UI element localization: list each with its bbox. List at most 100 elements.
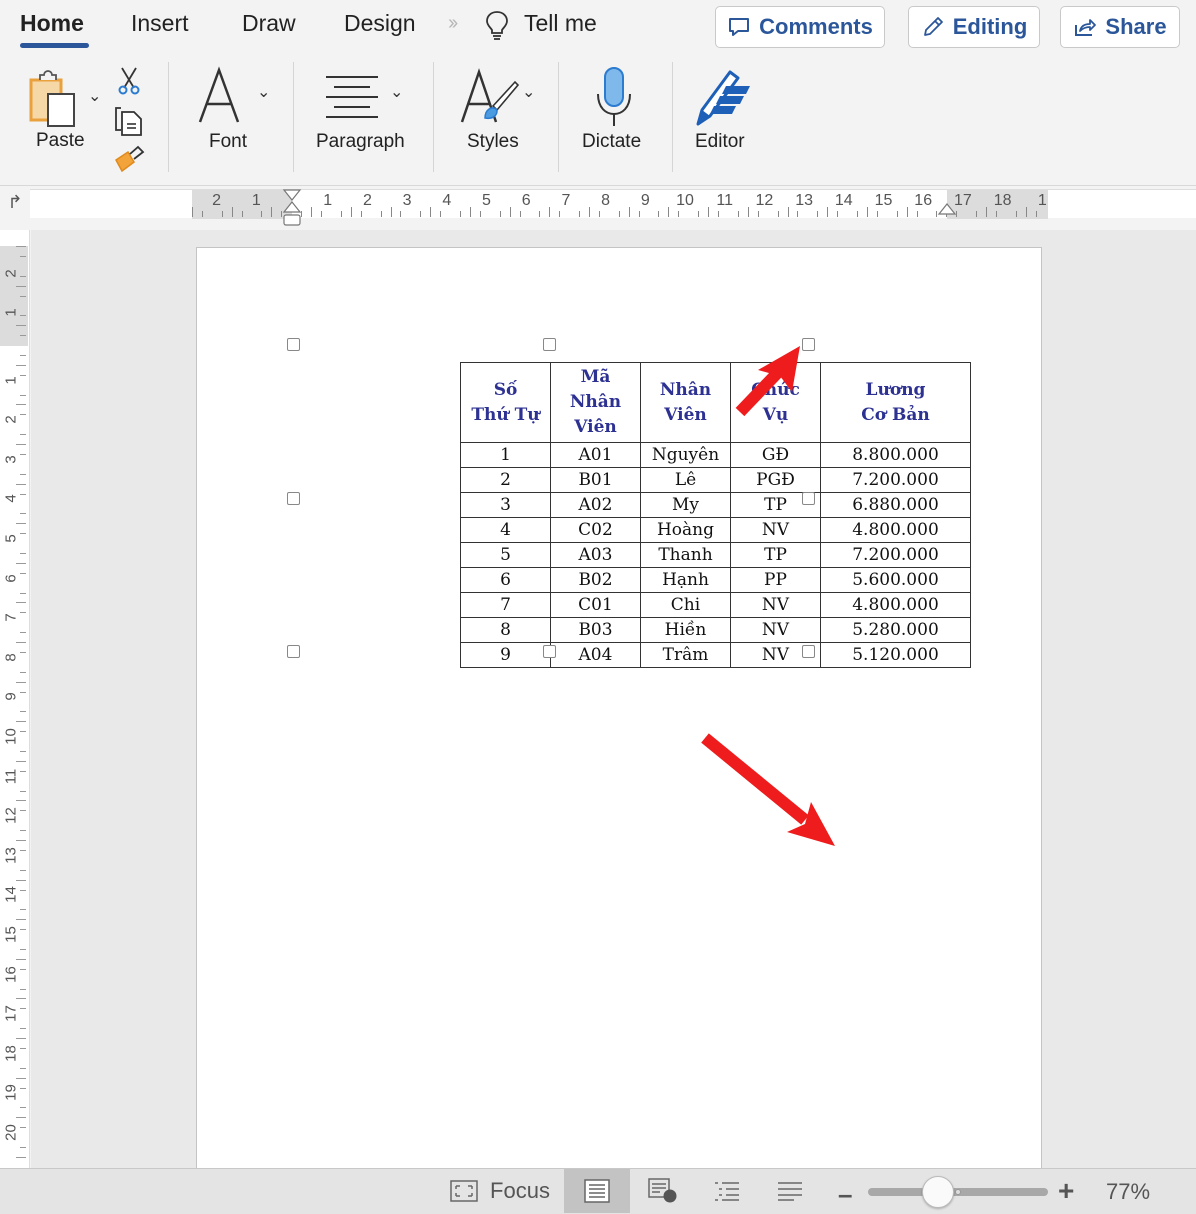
table-cell[interactable]: PGĐ [730,467,821,493]
paragraph-chevron-icon[interactable]: ⌄ [390,82,403,102]
format-painter-icon[interactable] [112,144,146,174]
styles-button[interactable]: Styles [455,62,535,166]
table-cell[interactable]: 1 [460,442,551,468]
column-header-text: Lương [865,379,926,400]
table-cell[interactable]: My [640,492,731,518]
table-cell[interactable]: 2 [460,467,551,493]
table-cell[interactable]: 3 [460,492,551,518]
styles-chevron-icon[interactable]: ⌄ [522,82,535,102]
table-cell[interactable]: A03 [550,542,641,568]
tell-me-search[interactable]: Tell me [524,10,597,37]
table-cell[interactable]: 5.280.000 [820,617,971,643]
font-chevron-icon[interactable]: ⌄ [257,82,270,102]
table-cell[interactable]: 4 [460,517,551,543]
table-cell[interactable]: PP [730,567,821,593]
resize-handle-bottom-center[interactable] [543,645,556,658]
column-header[interactable]: Số Thứ Tự [460,362,551,443]
document-canvas[interactable]: Số Thứ Tự Mã Nhân Viên Nhân Viên Chức Vụ Lương Cơ … [31,230,1196,1187]
table-cell[interactable]: 7 [460,592,551,618]
employee-table[interactable]: Số Thứ Tự Mã Nhân Viên Nhân Viên Chức Vụ Lương Cơ … [460,362,971,668]
ruler-tick [390,207,392,217]
table-cell[interactable]: TP [730,542,821,568]
column-header[interactable]: Lương Cơ Bản [820,362,971,443]
document-page[interactable]: Số Thứ Tự Mã Nhân Viên Nhân Viên Chức Vụ Lương Cơ … [196,247,1042,1187]
ruler-tick [638,211,640,217]
table-cell[interactable]: 5.120.000 [820,642,971,668]
table-cell[interactable]: 5 [460,542,551,568]
resize-handle-top-center[interactable] [543,338,556,351]
table-cell[interactable]: 8 [460,617,551,643]
comments-button[interactable]: Comments [715,6,885,48]
table-cell[interactable]: Trâm [640,642,731,668]
table-cell[interactable]: Lê [640,467,731,493]
print-layout-view-button[interactable] [564,1169,630,1213]
ruler-tick [20,513,26,515]
table-cell[interactable]: 6.880.000 [820,492,971,518]
table-cell[interactable]: 7.200.000 [820,542,971,568]
ruler-tick [20,1047,26,1049]
table-cell[interactable]: C02 [550,517,641,543]
outline-view-button[interactable] [696,1169,758,1213]
zoom-out-button[interactable]: – [838,1179,852,1210]
right-indent-marker[interactable] [937,202,957,216]
indent-markers[interactable] [282,188,302,228]
paragraph-button[interactable]: Paragraph [312,62,422,166]
table-cell[interactable]: Hạnh [640,567,731,593]
table-cell[interactable]: Nguyên [640,442,731,468]
table-cell[interactable]: 8.800.000 [820,442,971,468]
editor-button[interactable]: Editor [692,62,762,166]
table-cell[interactable]: C01 [550,592,641,618]
dictate-button[interactable]: Dictate [578,62,654,166]
table-cell[interactable]: B02 [550,567,641,593]
tab-stop-selector-icon[interactable]: ↱ [0,186,30,218]
paste-button[interactable]: Paste [22,66,102,166]
more-tabs-chevron-icon[interactable]: ›› [448,12,458,35]
table-cell[interactable]: A01 [550,442,641,468]
tab-design[interactable]: Design [344,10,416,37]
zoom-in-button[interactable]: + [1058,1175,1074,1207]
editing-mode-button[interactable]: Editing [908,6,1040,48]
resize-handle-bottom-left[interactable] [287,645,300,658]
font-button[interactable]: Font [190,62,270,166]
tab-home[interactable]: Home [20,10,84,37]
table-cell[interactable]: 5.600.000 [820,567,971,593]
table-cell[interactable]: B03 [550,617,641,643]
cut-scissors-icon[interactable] [116,66,142,96]
resize-handle-top-left[interactable] [287,338,300,351]
tab-insert[interactable]: Insert [131,10,189,37]
copy-icon[interactable] [112,104,146,138]
table-cell[interactable]: 9 [460,642,551,668]
table-cell[interactable]: Hoàng [640,517,731,543]
draft-view-button[interactable] [758,1169,822,1213]
ruler-track[interactable]: 2 1 1 2 3 4 5 6 7 8 9 10 11 12 13 14 15 16 17 18 1 [30,189,1196,219]
vertical-ruler[interactable]: 2 1 1 2 3 4 5 6 7 8 9 10 11 12 13 14 15 16 17 18 19 20 [0,230,30,1168]
paste-options-chevron-icon[interactable]: ⌄ [88,86,101,106]
tab-draw[interactable]: Draw [242,10,296,37]
zoom-slider-thumb[interactable] [922,1176,954,1208]
resize-handle-middle-right[interactable] [802,492,815,505]
focus-mode-button[interactable]: Focus [436,1169,564,1213]
table-cell[interactable]: 6 [460,567,551,593]
table-cell[interactable]: 4.800.000 [820,592,971,618]
web-layout-view-button[interactable] [630,1169,696,1213]
horizontal-ruler[interactable]: ↱ 2 1 1 2 3 4 5 6 7 8 9 10 11 12 13 14 15 16 17 18 1 [0,186,1196,230]
share-button[interactable]: Share [1060,6,1180,48]
table-cell[interactable]: Hiền [640,617,731,643]
table-cell[interactable]: NV [730,517,821,543]
resize-handle-middle-left[interactable] [287,492,300,505]
table-cell[interactable]: A04 [550,642,641,668]
table-cell[interactable]: 7.200.000 [820,467,971,493]
table-cell[interactable]: GĐ [730,442,821,468]
column-header[interactable]: Nhân Viên [640,362,731,443]
employee-table-wrapper[interactable]: Số Thứ Tự Mã Nhân Viên Nhân Viên Chức Vụ Lương Cơ … [460,362,971,668]
table-cell[interactable]: NV [730,617,821,643]
table-cell[interactable]: Chi [640,592,731,618]
table-cell[interactable]: B01 [550,467,641,493]
column-header[interactable]: Mã Nhân Viên [550,362,641,443]
resize-handle-bottom-right[interactable] [802,645,815,658]
table-cell[interactable]: 4.800.000 [820,517,971,543]
table-cell[interactable]: A02 [550,492,641,518]
table-cell[interactable]: Thanh [640,542,731,568]
table-cell[interactable]: NV [730,592,821,618]
zoom-percentage[interactable]: 77% [1106,1179,1150,1205]
